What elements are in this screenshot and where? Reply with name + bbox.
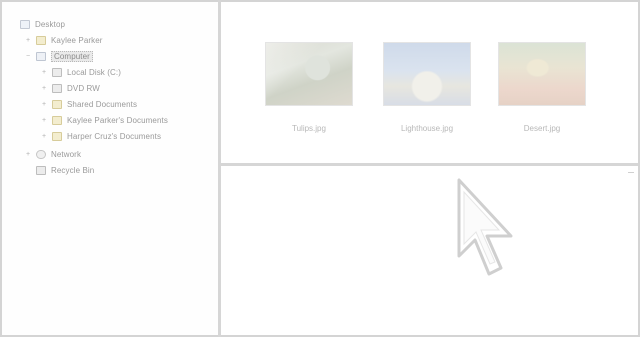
expand-icon[interactable]: + bbox=[40, 117, 48, 125]
tree-item-user-folder[interactable]: + Kaylee Parker bbox=[24, 34, 103, 47]
tree-item-label: Desktop bbox=[35, 20, 66, 29]
thumbnail-view[interactable]: Tulips.jpg Lighthouse.jpg Desert.jpg bbox=[221, 2, 638, 163]
collapse-icon[interactable]: − bbox=[24, 53, 32, 61]
thumbnail-item[interactable]: Lighthouse.jpg bbox=[383, 42, 473, 142]
tree-item-shared-documents[interactable]: + Shared Documents bbox=[40, 98, 137, 111]
expand-icon[interactable]: + bbox=[24, 37, 32, 45]
expand-icon[interactable]: + bbox=[40, 85, 48, 93]
tree-item-desktop[interactable]: Desktop bbox=[20, 18, 65, 31]
computer-icon bbox=[36, 52, 46, 61]
tree-item-label: DVD RW bbox=[67, 84, 100, 93]
tree-item-network[interactable]: + Network bbox=[24, 148, 81, 161]
mouse-pointer-arrow-icon bbox=[457, 178, 513, 276]
tree-item-label: Kaylee Parker's Documents bbox=[67, 116, 168, 125]
folder-icon bbox=[36, 36, 46, 45]
expand-icon[interactable]: + bbox=[40, 101, 48, 109]
tree-item-label: Computer bbox=[51, 51, 93, 62]
tree-item-dvd-drive[interactable]: + DVD RW bbox=[40, 82, 100, 95]
folder-tree-pane[interactable]: Desktop + Kaylee Parker − Computer + Loc… bbox=[2, 2, 218, 335]
network-icon bbox=[36, 150, 46, 159]
photo-desert-thumbnail[interactable] bbox=[498, 42, 586, 106]
thumbnail-caption: Tulips.jpg bbox=[292, 124, 326, 133]
tree-item-local-disk[interactable]: + Local Disk (C:) bbox=[40, 66, 121, 79]
desktop-icon bbox=[20, 20, 30, 29]
tree-item-label: Shared Documents bbox=[67, 100, 138, 109]
scrollbar-icon[interactable] bbox=[628, 172, 634, 176]
thumbnail-caption: Desert.jpg bbox=[523, 124, 561, 133]
preview-pane bbox=[221, 166, 638, 335]
photo-lighthouse-thumbnail[interactable] bbox=[383, 42, 471, 106]
thumbnail-item[interactable]: Tulips.jpg bbox=[265, 42, 355, 142]
expand-icon[interactable]: + bbox=[40, 69, 48, 77]
tree-item-label: Harper Cruz's Documents bbox=[67, 132, 162, 141]
dvd-drive-icon bbox=[52, 84, 62, 93]
thumbnail-caption: Lighthouse.jpg bbox=[400, 124, 454, 133]
tree-item-label: Recycle Bin bbox=[51, 166, 95, 175]
tree-item-computer[interactable]: − Computer bbox=[24, 50, 93, 63]
expand-icon[interactable]: + bbox=[24, 151, 32, 159]
folder-icon bbox=[52, 132, 62, 141]
folder-icon bbox=[52, 116, 62, 125]
tree-item-other-user-documents[interactable]: + Harper Cruz's Documents bbox=[40, 130, 161, 143]
hard-drive-icon bbox=[52, 68, 62, 77]
tree-item-recycle-bin[interactable]: Recycle Bin bbox=[36, 164, 94, 177]
tree-item-label: Kaylee Parker bbox=[51, 36, 103, 45]
tree-item-user-documents[interactable]: + Kaylee Parker's Documents bbox=[40, 114, 168, 127]
tree-item-label: Network bbox=[51, 150, 82, 159]
photo-flowers-thumbnail[interactable] bbox=[265, 42, 353, 106]
expand-icon[interactable]: + bbox=[40, 133, 48, 141]
recycle-bin-icon bbox=[36, 166, 46, 175]
thumbnail-item[interactable]: Desert.jpg bbox=[498, 42, 588, 142]
tree-item-label: Local Disk (C:) bbox=[67, 68, 121, 77]
folder-icon bbox=[52, 100, 62, 109]
